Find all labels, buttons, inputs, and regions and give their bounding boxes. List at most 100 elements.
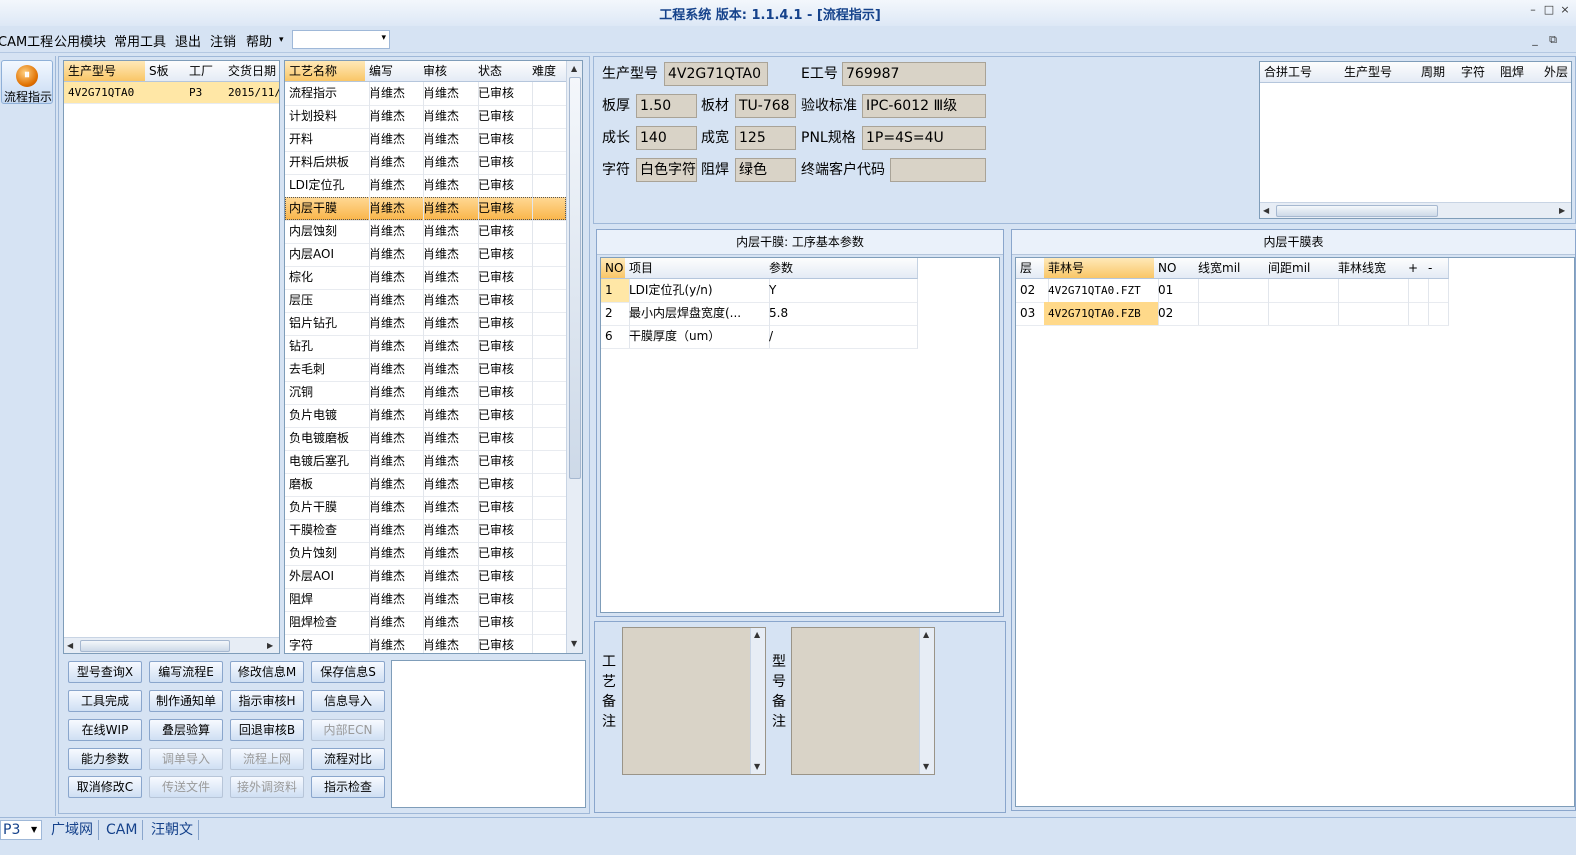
process-cell[interactable]: 肖维杰 — [365, 197, 424, 221]
merge-col-header[interactable]: 周期 — [1417, 62, 1462, 83]
process-cell[interactable]: 肖维杰 — [419, 197, 479, 221]
product-cell[interactable]: 2015/11/ — [224, 82, 279, 104]
process-cell[interactable]: 已审核 — [474, 128, 533, 152]
process-cell[interactable]: 肖维杰 — [419, 105, 479, 129]
process-cell[interactable]: 已审核 — [474, 634, 533, 653]
film-cell[interactable] — [1264, 279, 1339, 303]
process-cell[interactable]: 已审核 — [474, 105, 533, 129]
process-cell[interactable]: 内层干膜 — [285, 197, 370, 221]
action-button[interactable]: 工具完成 — [68, 690, 142, 712]
merge-hscrollbar[interactable]: ◀ ▶ — [1260, 202, 1571, 218]
film-col-header[interactable]: NO — [1154, 258, 1199, 279]
film-col-header[interactable]: 菲林线宽 — [1334, 258, 1409, 279]
merge-hscroll-thumb[interactable] — [1276, 205, 1438, 217]
action-button[interactable]: 修改信息M — [230, 661, 304, 683]
thickness-field[interactable]: 1.50 — [636, 94, 697, 118]
film-col-header[interactable]: 菲林号 — [1044, 258, 1159, 279]
chevron-down-icon[interactable]: ▾ — [381, 33, 386, 43]
table-row[interactable]: 干膜检查 肖维杰 肖维杰 已审核 — [285, 519, 571, 543]
scroll-right-icon[interactable]: ▶ — [267, 641, 273, 650]
table-row[interactable]: 磨板 肖维杰 肖维杰 已审核 — [285, 473, 571, 497]
process-cell[interactable]: 已审核 — [474, 427, 533, 451]
process-cell[interactable]: 字符 — [285, 634, 370, 653]
process-cell[interactable]: LDI定位孔 — [285, 174, 370, 198]
process-cell[interactable]: 肖维杰 — [365, 289, 424, 313]
film-cell[interactable] — [1334, 279, 1409, 303]
process-cell[interactable]: 肖维杰 — [419, 588, 479, 612]
process-cell[interactable]: 肖维杰 — [365, 335, 424, 359]
process-cell[interactable] — [528, 611, 571, 635]
film-cell[interactable] — [1194, 279, 1269, 303]
menu-exit[interactable]: 退出 — [175, 31, 201, 50]
process-cell[interactable]: 肖维杰 — [419, 496, 479, 520]
process-cell[interactable] — [528, 243, 571, 267]
e-no-field[interactable]: 769987 — [842, 62, 986, 86]
film-cell[interactable] — [1264, 302, 1339, 326]
process-cell[interactable]: 已审核 — [474, 381, 533, 405]
table-row[interactable]: 棕化 肖维杰 肖维杰 已审核 — [285, 266, 571, 290]
process-cell[interactable]: 肖维杰 — [365, 565, 424, 589]
process-cell[interactable]: 肖维杰 — [365, 105, 424, 129]
film-cell[interactable]: 02 — [1154, 302, 1199, 326]
length-field[interactable]: 140 — [636, 126, 697, 150]
process-cell[interactable] — [528, 496, 571, 520]
merge-col-header[interactable]: 合拼工号 — [1260, 62, 1345, 83]
params-cell[interactable]: LDI定位孔(y/n) — [625, 279, 770, 303]
child-restore-icon[interactable]: ⧉ — [1546, 33, 1560, 47]
process-cell[interactable]: 计划投料 — [285, 105, 370, 129]
table-row[interactable]: 负片蚀刻 肖维杰 肖维杰 已审核 — [285, 542, 571, 566]
film-cell[interactable]: 4V2G71QTA0.FZT — [1044, 279, 1159, 303]
film-cell[interactable] — [1424, 279, 1449, 303]
process-cell[interactable]: 肖维杰 — [365, 82, 424, 106]
process-cell[interactable]: 肖维杰 — [419, 128, 479, 152]
process-cell[interactable]: 磨板 — [285, 473, 370, 497]
menu-help[interactable]: 帮助 — [246, 31, 272, 50]
process-cell[interactable]: 肖维杰 — [419, 289, 479, 313]
process-cell[interactable]: 肖维杰 — [365, 634, 424, 653]
product-col-header[interactable]: 生产型号 — [64, 61, 150, 82]
process-cell[interactable] — [528, 565, 571, 589]
process-col-header[interactable]: 状态 — [474, 61, 533, 82]
process-cell[interactable]: 肖维杰 — [419, 151, 479, 175]
action-button[interactable]: 编写流程E — [149, 661, 223, 683]
process-cell[interactable]: 阻焊 — [285, 588, 370, 612]
menu-cam[interactable]: CAM工程 — [0, 31, 53, 50]
model-note-textarea[interactable]: ▲ ▼ — [791, 627, 935, 775]
product-cell[interactable]: P3 — [185, 82, 229, 104]
table-row[interactable]: 流程指示 肖维杰 肖维杰 已审核 — [285, 82, 571, 106]
process-cell[interactable] — [528, 450, 571, 474]
process-cell[interactable]: 流程指示 — [285, 82, 370, 106]
process-cell[interactable] — [528, 473, 571, 497]
table-row[interactable]: 负电镀磨板 肖维杰 肖维杰 已审核 — [285, 427, 571, 451]
process-cell[interactable]: 肖维杰 — [419, 427, 479, 451]
status-tab-cam[interactable]: CAM — [101, 820, 144, 840]
process-cell[interactable] — [528, 266, 571, 290]
menu-common-module[interactable]: 公用模块 — [54, 31, 106, 50]
params-cell[interactable]: / — [765, 325, 918, 349]
table-row[interactable]: 电镀后塞孔 肖维杰 肖维杰 已审核 — [285, 450, 571, 474]
child-minimize-icon[interactable]: _ — [1528, 33, 1542, 47]
process-cell[interactable] — [528, 82, 571, 106]
process-cell[interactable]: 外层AOI — [285, 565, 370, 589]
merge-col-header[interactable]: 阻焊 — [1496, 62, 1545, 83]
process-vscroll-thumb[interactable] — [569, 77, 581, 479]
table-row[interactable]: 钻孔 肖维杰 肖维杰 已审核 — [285, 335, 571, 359]
merge-col-header[interactable]: 外层 — [1540, 62, 1571, 83]
process-cell[interactable]: 已审核 — [474, 588, 533, 612]
process-cell[interactable]: 肖维杰 — [365, 496, 424, 520]
params-cell[interactable]: 干膜厚度（um） — [625, 325, 770, 349]
process-cell[interactable] — [528, 105, 571, 129]
process-cell[interactable]: 肖维杰 — [365, 312, 424, 336]
scroll-up-icon[interactable]: ▲ — [571, 64, 577, 73]
process-cell[interactable]: 钻孔 — [285, 335, 370, 359]
model-note-scrollbar[interactable]: ▲ ▼ — [919, 628, 934, 774]
action-button[interactable]: 能力参数 — [68, 748, 142, 770]
params-cell[interactable]: Y — [765, 279, 918, 303]
process-cell[interactable]: 肖维杰 — [365, 128, 424, 152]
product-model-field[interactable]: 4V2G71QTA0 — [664, 62, 768, 86]
process-cell[interactable]: 肖维杰 — [365, 519, 424, 543]
params-col-header[interactable]: 参数 — [765, 258, 918, 279]
status-tab-user[interactable]: 汪朝文 — [146, 820, 199, 840]
process-cell[interactable]: 肖维杰 — [365, 266, 424, 290]
process-col-header[interactable]: 工艺名称 — [285, 61, 370, 82]
